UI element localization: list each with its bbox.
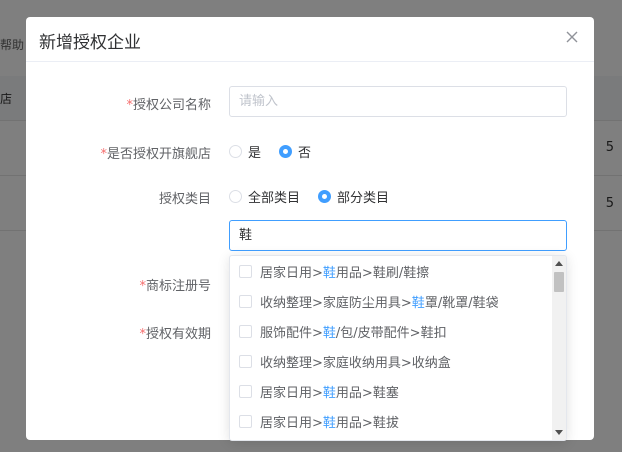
company-name-label: *授权公司名称 [126,98,211,113]
radio-circle [229,190,242,203]
category-radio-group: 全部类目 部分类目 [229,187,407,206]
flagship-yes-radio[interactable]: 是 [229,142,261,161]
all-categories-radio[interactable]: 全部类目 [229,187,300,206]
checkbox[interactable] [239,414,252,428]
close-icon[interactable] [564,29,580,45]
scroll-down-arrow-icon[interactable] [555,430,563,435]
dialog-title: 新增授权企业 [39,33,141,53]
checkbox[interactable] [239,324,252,338]
category-option[interactable]: 居家日用> 鞋用品>鞋刷/鞋擦 [230,256,566,286]
category-option[interactable]: 居家日用> 鞋用品>鞋拔 [230,406,566,436]
validity-label: *授权有效期 [139,327,211,342]
partial-categories-radio[interactable]: 部分类目 [318,187,389,206]
radio-circle [229,145,242,158]
radio-circle-checked [279,145,293,158]
checkbox[interactable] [239,384,252,398]
category-search-input[interactable]: 鞋 [229,220,567,251]
flagship-no-radio[interactable]: 否 [279,142,311,161]
radio-circle-checked [318,190,332,203]
dialog-header: 新增授权企业 [26,17,594,62]
scroll-up-arrow-icon[interactable] [555,261,563,266]
dropdown-scrollbar[interactable] [552,256,566,440]
flagship-radio-group: 是 否 [229,142,329,161]
category-option[interactable]: 收纳整理>家庭收纳用具>收纳盒 [230,346,566,376]
company-name-input[interactable]: 请输入 [229,86,567,117]
category-option[interactable]: 收纳整理>家庭防尘用具> 鞋罩/靴罩/鞋袋 [230,286,566,316]
category-dropdown: 居家日用> 鞋用品>鞋刷/鞋擦 收纳整理>家庭防尘用具> 鞋罩/靴罩/鞋袋 服饰配件… [229,255,567,441]
checkbox[interactable] [239,294,252,308]
category-option[interactable]: 居家日用> 鞋用品>鞋塞 [230,376,566,406]
scroll-thumb[interactable] [554,272,564,292]
category-label: 授权类目 [158,192,211,207]
category-option[interactable]: 服饰配件> 鞋/包/皮带配件>鞋扣 [230,316,566,346]
flagship-label: *是否授权开旗舰店 [100,147,211,162]
checkbox[interactable] [239,264,252,278]
trademark-label: *商标注册号 [139,279,211,294]
checkbox[interactable] [239,354,252,368]
